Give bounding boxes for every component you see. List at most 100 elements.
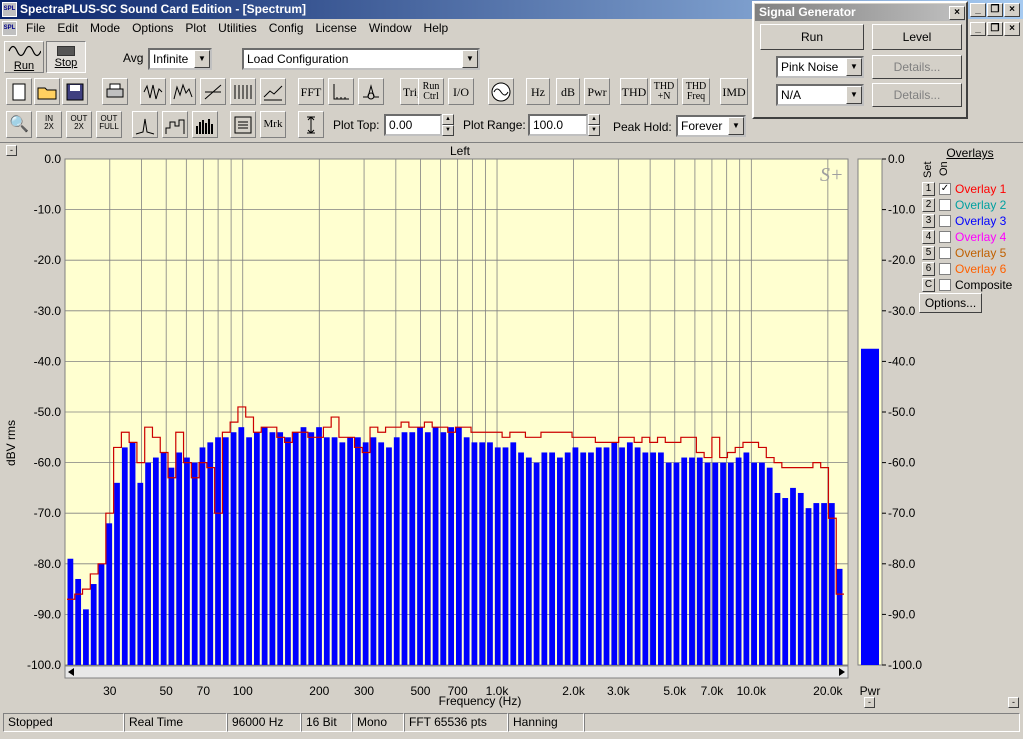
3d-surface-icon[interactable] bbox=[260, 78, 286, 105]
tool-thd-n-button[interactable]: THD +N bbox=[650, 78, 678, 105]
list-icon[interactable] bbox=[230, 111, 256, 138]
signal-generator-title: Signal Generator bbox=[755, 4, 965, 21]
document-icon[interactable]: SPL bbox=[2, 21, 17, 36]
bar-plot-icon[interactable] bbox=[192, 111, 218, 138]
mdi-close-icon[interactable]: × bbox=[1004, 22, 1020, 36]
open-folder-icon[interactable] bbox=[34, 78, 60, 105]
spectrum-chart[interactable]: S+ 0.0 0.0 -10.0 -10.0 -20.0 -20.0 -30.0 -30.0 -4… bbox=[0, 142, 1023, 711]
secondary-select[interactable]: N/A ▼ bbox=[776, 84, 864, 106]
overlay-set-button[interactable]: 4 bbox=[922, 230, 935, 244]
tool-thd-button[interactable]: THD bbox=[620, 78, 648, 105]
generator-icon[interactable] bbox=[488, 78, 514, 105]
tool-i-o-button[interactable]: I/O bbox=[448, 78, 474, 105]
details-button-1[interactable]: Details... bbox=[872, 55, 962, 79]
overlay-set-button[interactable]: 3 bbox=[922, 214, 935, 228]
menu-file[interactable]: File bbox=[20, 19, 51, 37]
chevron-down-icon[interactable]: ▼ bbox=[846, 58, 862, 76]
generator-run-button[interactable]: Run bbox=[760, 24, 864, 50]
menu-config[interactable]: Config bbox=[263, 19, 310, 37]
menu-window[interactable]: Window bbox=[363, 19, 418, 37]
axis-icon[interactable] bbox=[328, 78, 354, 105]
time-series-icon[interactable] bbox=[140, 78, 166, 105]
tool-hz-button[interactable]: Hz bbox=[526, 78, 550, 105]
overlay-set-button[interactable]: 5 bbox=[922, 246, 935, 260]
overlay-set-button[interactable]: 2 bbox=[922, 198, 935, 212]
avg-select[interactable]: Infinite ▼ bbox=[148, 48, 212, 70]
overlay-set-button[interactable]: 6 bbox=[922, 262, 935, 276]
plot-range-input[interactable]: 100.0 bbox=[528, 114, 588, 136]
plot-range-spinner[interactable]: ▲ ▼ bbox=[588, 114, 600, 136]
mdi-minimize-icon[interactable]: _ bbox=[970, 22, 986, 36]
plot-top-spinner[interactable]: ▲ ▼ bbox=[442, 114, 454, 136]
plot-top-label: Plot Top: bbox=[333, 118, 380, 132]
overlay-checkbox[interactable] bbox=[939, 231, 951, 243]
menu-utilities[interactable]: Utilities bbox=[212, 19, 263, 37]
zoom-out-button[interactable]: OUT 2X bbox=[66, 111, 92, 138]
overlay-checkbox[interactable] bbox=[939, 279, 951, 291]
chevron-down-icon[interactable]: ▼ bbox=[194, 50, 210, 68]
marker-button[interactable]: Mrk bbox=[260, 111, 286, 138]
new-file-icon[interactable] bbox=[6, 78, 32, 105]
tool-run-ctrl-button[interactable]: Run Ctrl bbox=[418, 78, 444, 105]
filter-icon[interactable] bbox=[358, 78, 384, 105]
y-tick-label-right: -10.0 bbox=[888, 203, 916, 217]
overlay-set-button[interactable]: C bbox=[922, 278, 935, 292]
spectrum-bar bbox=[440, 432, 447, 665]
phase-icon[interactable] bbox=[200, 78, 226, 105]
app-close-icon[interactable]: × bbox=[1004, 3, 1020, 17]
menu-options[interactable]: Options bbox=[126, 19, 179, 37]
tool-thd-freq-button[interactable]: THD Freq bbox=[682, 78, 710, 105]
app-restore-icon[interactable]: ❐ bbox=[987, 3, 1003, 17]
menu-mode[interactable]: Mode bbox=[84, 19, 126, 37]
overlay-checkbox[interactable] bbox=[939, 215, 951, 227]
run-button[interactable]: Run bbox=[4, 41, 44, 73]
spectrum-bar bbox=[805, 508, 812, 665]
overlay-checkbox[interactable]: ✓ bbox=[939, 183, 951, 195]
app-icon[interactable]: SPL bbox=[2, 2, 17, 17]
plot-top-value: 0.00 bbox=[389, 118, 413, 132]
overlay-checkbox[interactable] bbox=[939, 263, 951, 275]
details-button-2[interactable]: Details... bbox=[872, 83, 962, 107]
tool-fft-button[interactable]: FFT bbox=[298, 78, 324, 105]
signal-generator-close-icon[interactable]: × bbox=[949, 6, 965, 20]
chevron-down-icon[interactable]: ▼ bbox=[846, 86, 862, 104]
spectrum-bar bbox=[129, 442, 136, 665]
configuration-select[interactable]: Load Configuration ▼ bbox=[242, 48, 480, 70]
menu-plot[interactable]: Plot bbox=[179, 19, 212, 37]
overlay-checkbox[interactable] bbox=[939, 247, 951, 259]
spectrum-bar bbox=[696, 457, 703, 665]
overlay-options-button[interactable]: Options... bbox=[919, 293, 982, 313]
menu-license[interactable]: License bbox=[309, 19, 362, 37]
app-title: SpectraPLUS-SC Sound Card Edition - [Spe… bbox=[20, 2, 307, 16]
save-icon[interactable] bbox=[62, 78, 88, 105]
print-icon[interactable] bbox=[102, 78, 128, 105]
spectrum-bar bbox=[114, 482, 120, 665]
spectrum-icon[interactable] bbox=[170, 78, 196, 105]
tool-imd-button[interactable]: IMD bbox=[720, 78, 748, 105]
mdi-restore-icon[interactable]: ❐ bbox=[987, 22, 1003, 36]
chevron-down-icon[interactable]: ▼ bbox=[462, 50, 478, 68]
zoom-in-button[interactable]: IN 2X bbox=[36, 111, 62, 138]
peak-icon[interactable] bbox=[132, 111, 158, 138]
step-plot-icon[interactable] bbox=[162, 111, 188, 138]
spectrum-bar bbox=[689, 457, 695, 665]
stop-button[interactable]: Stop bbox=[46, 41, 86, 73]
plot-top-input[interactable]: 0.00 bbox=[384, 114, 442, 136]
tool-db-button[interactable]: dB bbox=[556, 78, 580, 105]
menu-help[interactable]: Help bbox=[418, 19, 455, 37]
zoom-icon[interactable]: 🔍 bbox=[6, 111, 32, 138]
menu-edit[interactable]: Edit bbox=[51, 19, 84, 37]
peak-hold-select[interactable]: Forever ▼ bbox=[676, 115, 746, 137]
tool-pwr-button[interactable]: Pwr bbox=[584, 78, 610, 105]
vertical-scale-icon[interactable] bbox=[298, 111, 324, 138]
overlay-checkbox[interactable] bbox=[939, 199, 951, 211]
generator-level-button[interactable]: Level bbox=[872, 24, 962, 50]
spectrum-bar bbox=[821, 503, 827, 665]
noise-type-select[interactable]: Pink Noise ▼ bbox=[776, 56, 864, 78]
x-tick-label: 70 bbox=[197, 684, 211, 698]
chevron-down-icon[interactable]: ▼ bbox=[728, 117, 744, 135]
overlay-set-button[interactable]: 1 bbox=[922, 182, 935, 196]
spectrogram-icon[interactable] bbox=[230, 78, 256, 105]
app-minimize-icon[interactable]: _ bbox=[970, 3, 986, 17]
zoom-full-button[interactable]: OUT FULL bbox=[96, 111, 122, 138]
